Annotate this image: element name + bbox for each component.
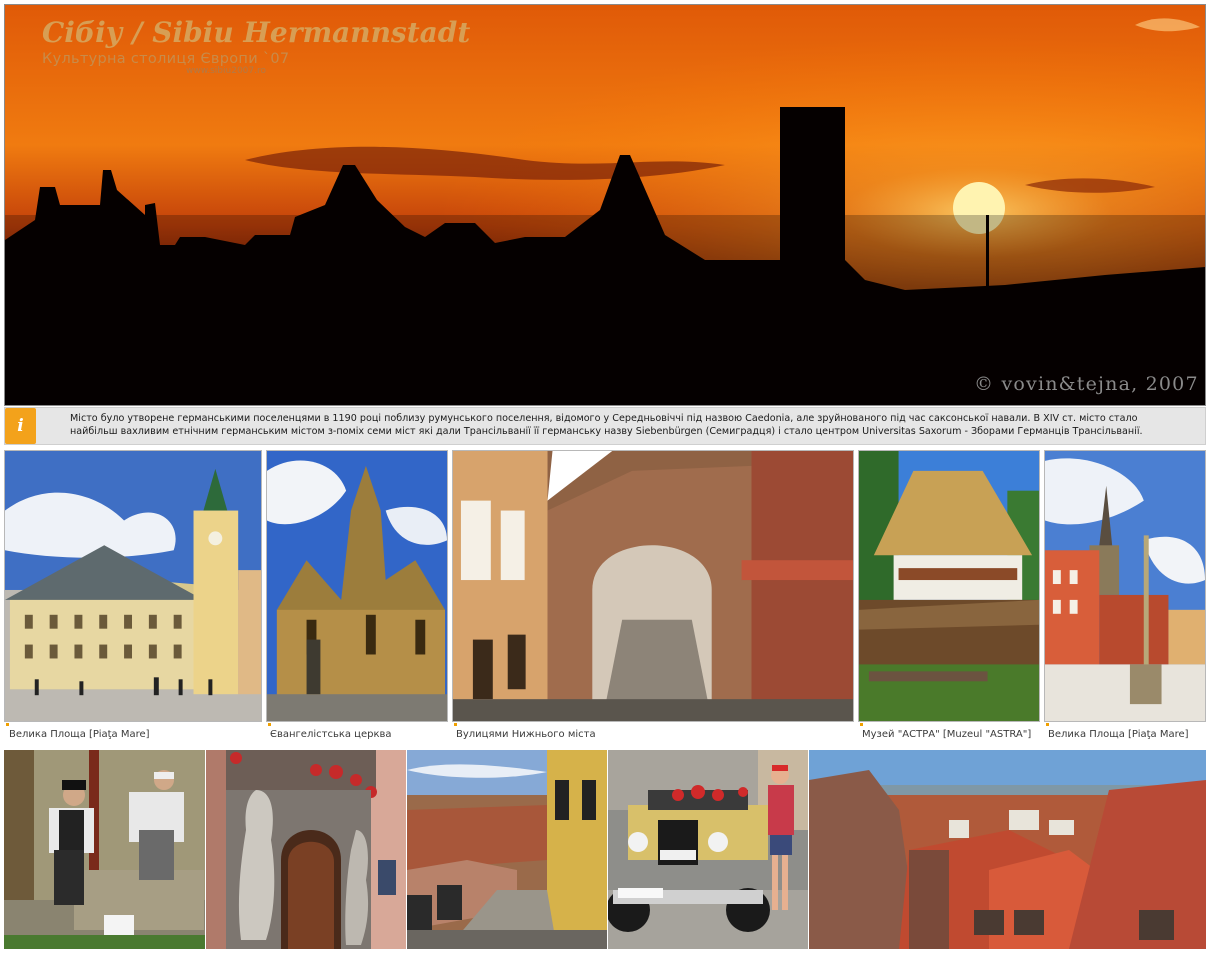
caption-astra-museum: Музей "АСТРА" [Muzeul "ASTRA"] (862, 729, 1032, 740)
photo-piata-mare-1[interactable] (4, 450, 262, 722)
caption-marker (860, 723, 863, 726)
photo-lower-town-street[interactable] (407, 750, 607, 949)
red-roofs-image (809, 750, 1206, 949)
hero-url[interactable]: www.sibiu2007.ro (186, 66, 266, 76)
brick-arch-passage-image (453, 451, 853, 721)
vintage-car-image (608, 750, 808, 949)
info-text: Місто було утворене германськими поселен… (70, 413, 1143, 437)
photo-baroque-doorway[interactable] (206, 750, 406, 949)
hero-subtitle: Культурна столиця Європи `07 (42, 51, 290, 67)
photo-craftsmen[interactable] (4, 750, 205, 949)
photo-roofs-panorama[interactable] (809, 750, 1206, 949)
church-image (267, 451, 447, 721)
photo-astra-museum[interactable] (858, 450, 1040, 722)
caption-marker (268, 723, 271, 726)
caption-piata-mare-1: Велика Площа [Piaţa Mare] (9, 729, 150, 740)
info-icon: i (5, 408, 36, 444)
photo-piata-mare-2[interactable] (1044, 450, 1206, 722)
caption-marker (6, 723, 9, 726)
caption-lower-town: Вулицями Нижнього міста (456, 729, 596, 740)
doorway-statues-image (206, 750, 406, 949)
thatched-house-image (859, 451, 1039, 721)
caption-marker (454, 723, 457, 726)
photo-vintage-car[interactable] (608, 750, 808, 949)
council-building-image (5, 451, 261, 721)
photo-evangelical-church[interactable] (266, 450, 448, 722)
caption-piata-mare-2: Велика Площа [Piaţa Mare] (1048, 729, 1189, 740)
caption-evangelical-church: Євангелістська церква (270, 729, 392, 740)
street-view-image (407, 750, 607, 949)
caption-marker (1046, 723, 1049, 726)
photo-lower-town-passage[interactable] (452, 450, 854, 722)
photo-credit: © vovin&tejna, 2007 (974, 373, 1199, 395)
craftsmen-image (4, 750, 205, 949)
hero-title: Сібіу / Sibiu Hermannstadt (42, 16, 471, 49)
square-tower-image (1045, 451, 1205, 721)
